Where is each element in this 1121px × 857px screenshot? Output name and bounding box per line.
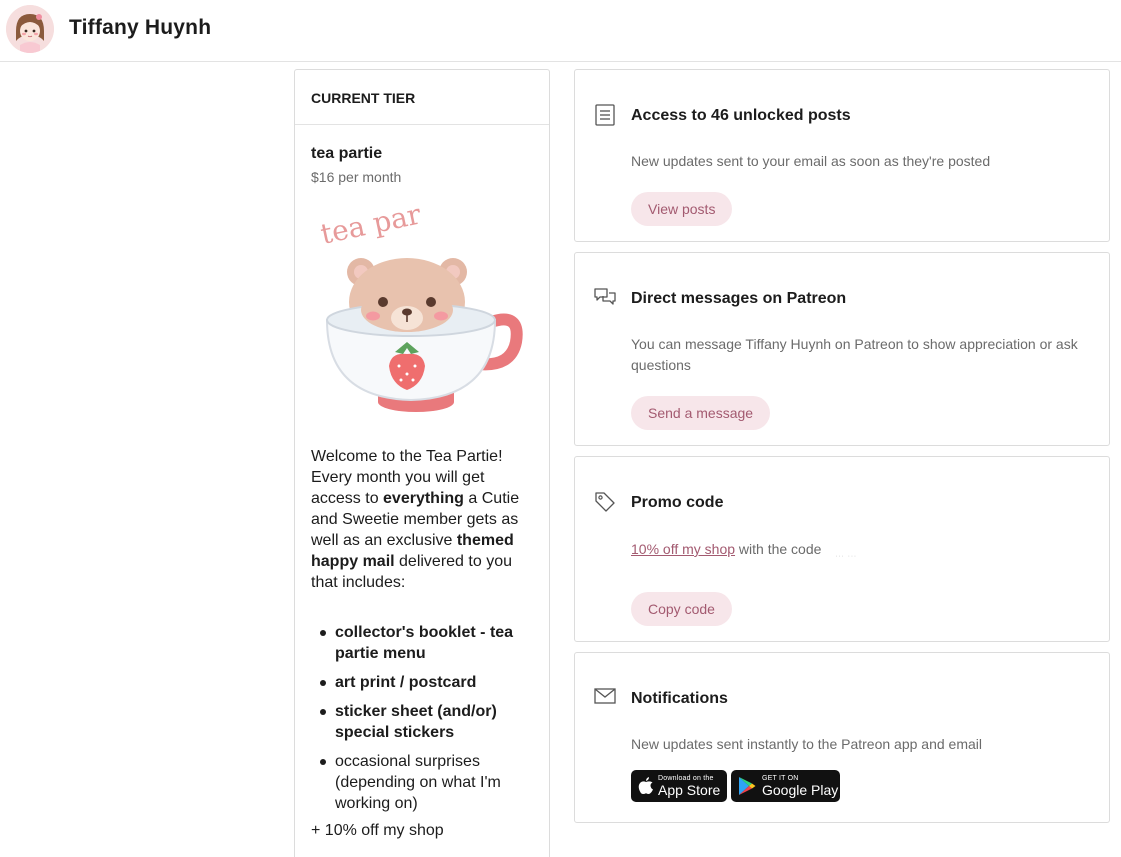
app-store-big-text: App Store	[658, 782, 721, 798]
list-item: collector's booklet - tea partie menu	[311, 622, 537, 664]
app-store-badge[interactable]: Download on the App Store	[631, 770, 727, 802]
promo-code-value: ᐧᐧᐧ ᐧᐧᐧ	[835, 552, 857, 562]
envelope-icon	[594, 688, 616, 704]
benefit-messages-title: Direct messages on Patreon	[631, 290, 847, 307]
tier-extra-benefit: + 10% off my shop	[311, 822, 444, 839]
google-play-icon	[739, 777, 756, 795]
creator-name[interactable]: Tiffany Huynh	[69, 16, 211, 40]
benefit-notifications-title: Notifications	[631, 690, 728, 707]
tier-image: tea par	[311, 197, 531, 422]
benefit-messages-text: You can message Tiffany Huynh on Patreon…	[631, 336, 1078, 373]
copy-code-button[interactable]: Copy code	[631, 592, 732, 626]
google-play-badge[interactable]: GET IT ON Google Play	[731, 770, 840, 802]
benefit-promo-text: 10% off my shop with the code ᐧᐧᐧ ᐧᐧᐧ	[631, 539, 1097, 562]
top-bar: Tiffany Huynh	[0, 0, 1121, 62]
promo-code-label: with the code	[738, 541, 822, 557]
current-tier-label: CURRENT TIER	[295, 70, 549, 125]
benefit-posts-text: New updates sent to your email as soon a…	[631, 153, 991, 169]
shop-discount-link[interactable]: 10% off my shop	[631, 541, 735, 557]
benefit-promo-card: Promo code 10% off my shop with the code…	[574, 456, 1110, 642]
current-tier-card: CURRENT TIER tea partie $16 per month te…	[294, 69, 550, 857]
list-item: art print / postcard	[311, 672, 537, 693]
creator-avatar[interactable]	[6, 5, 54, 53]
creator-avatar-icon	[6, 5, 54, 53]
benefit-posts-title: Access to 46 unlocked posts	[631, 107, 851, 124]
google-play-big-text: Google Play	[762, 782, 839, 798]
tier-description: Welcome to the Tea Partie! Every month y…	[311, 446, 537, 593]
view-posts-button[interactable]: View posts	[631, 192, 733, 226]
apple-icon	[638, 777, 653, 794]
list-item: occasional surprises (depending on what …	[311, 751, 537, 814]
tier-image-text: tea par	[318, 202, 425, 251]
benefit-notifications-text: New updates sent instantly to the Patreo…	[631, 736, 982, 752]
chat-bubbles-icon	[594, 288, 616, 305]
document-icon	[595, 104, 615, 126]
benefit-notifications-card: Notifications New updates sent instantly…	[574, 652, 1110, 823]
tier-benefit-list: collector's booklet - tea partie menu ar…	[311, 622, 537, 822]
tier-name: tea partie	[311, 145, 383, 162]
benefit-posts-card: Access to 46 unlocked posts New updates …	[574, 69, 1110, 242]
benefit-promo-title: Promo code	[631, 494, 724, 511]
send-message-button[interactable]: Send a message	[631, 396, 771, 430]
tier-price: $16 per month	[311, 169, 402, 185]
tag-icon	[595, 492, 615, 512]
benefit-messages-card: Direct messages on Patreon You can messa…	[574, 252, 1110, 446]
list-item: sticker sheet (and/or) special stickers	[311, 701, 537, 743]
tea-cup-bear-illustration: tea par	[318, 197, 523, 412]
tier-description-bold: everything	[383, 490, 464, 507]
